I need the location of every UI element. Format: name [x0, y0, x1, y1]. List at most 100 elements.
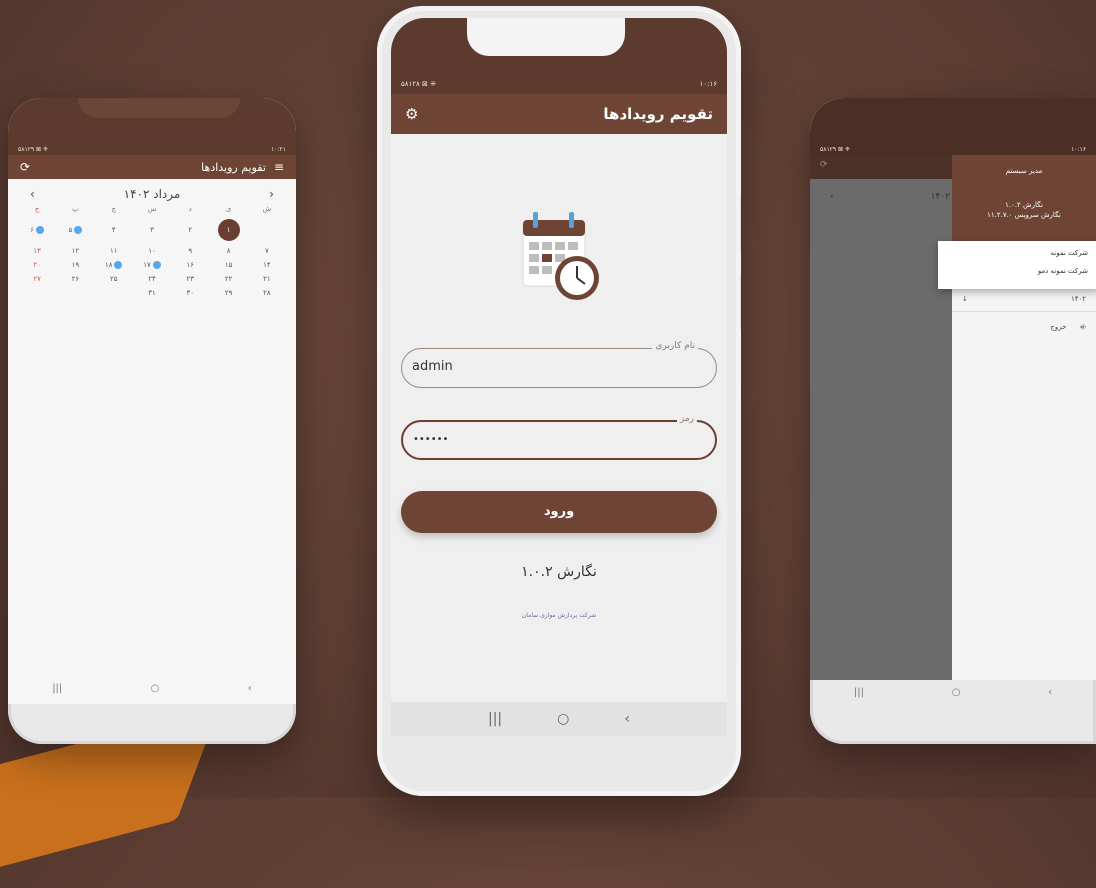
chevron-left-icon[interactable]: ‹: [30, 187, 35, 201]
day-cell-event[interactable]: ۶: [18, 219, 56, 241]
status-icons: ۵۸۱۲۸ ⊠ ⁜: [401, 80, 436, 88]
password-input[interactable]: ••••••: [413, 434, 448, 445]
logout-label: خروج: [1050, 323, 1067, 331]
username-input[interactable]: admin: [412, 359, 453, 374]
weekday-label: ی: [225, 205, 232, 213]
phone-drawer-screen: ۵۸۱۲۹ ⊠ ⁜ ۱۰:۱۶ ⟳ ‹ ۱۴۰۲ مدیر سیستم نگار…: [810, 98, 1096, 744]
username-field[interactable]: نام کاربری admin: [401, 341, 717, 388]
month-label: ۱۴۰۲: [930, 192, 950, 202]
day-cell[interactable]: ۳: [133, 219, 171, 241]
day-cell[interactable]: ۲۷: [18, 275, 56, 283]
home-icon[interactable]: ○: [952, 687, 961, 698]
day-cell[interactable]: ۱۴: [248, 261, 286, 269]
month-label: مرداد ۱۴۰۲: [123, 187, 181, 201]
weekday-label: ج: [34, 205, 40, 213]
logout-item[interactable]: خروج ⎆: [952, 323, 1096, 332]
day-cell-event[interactable]: ۱۸: [95, 261, 133, 269]
day-cell[interactable]: ۳۰: [171, 289, 209, 297]
back-icon[interactable]: ‹: [1048, 687, 1052, 698]
day-cell[interactable]: ۲۸: [248, 289, 286, 297]
calendar-clock-icon: [519, 206, 609, 316]
day-cell[interactable]: ۱۶: [171, 261, 209, 269]
day-cell[interactable]: ۲۰: [18, 261, 56, 269]
refresh-icon[interactable]: ⟳: [20, 160, 30, 174]
phone-notch: [467, 18, 625, 56]
home-icon[interactable]: ○: [151, 683, 160, 694]
recents-icon[interactable]: |||: [52, 683, 62, 694]
day-cell[interactable]: ۷: [248, 247, 286, 255]
day-number: ۶: [30, 226, 35, 234]
day-cell[interactable]: ۱: [209, 219, 247, 241]
day-cell[interactable]: ۴: [95, 219, 133, 241]
dimmed-month-header: ‹ ۱۴۰۲: [830, 192, 950, 202]
company-name: شرکت پردازش موازی سامان: [521, 612, 597, 619]
event-dot: [152, 261, 161, 269]
day-cell[interactable]: ۱۹: [56, 261, 94, 269]
status-time: ۱۰:۱۶: [1071, 146, 1086, 153]
day-cell[interactable]: ۸: [209, 247, 247, 255]
day-cell-event[interactable]: ۵: [56, 219, 94, 241]
back-icon[interactable]: ‹: [624, 711, 630, 727]
app-bar: ⚙ تقویم رویدادها: [391, 94, 727, 134]
day-cell[interactable]: ۲۵: [95, 275, 133, 283]
day-cell[interactable]: ۹: [171, 247, 209, 255]
refresh-icon: ⟳: [820, 160, 828, 170]
day-cell[interactable]: ۲۹: [209, 289, 247, 297]
day-cell[interactable]: ۲: [171, 219, 209, 241]
password-label: رمز: [676, 414, 697, 424]
day-cell[interactable]: ۱۱: [95, 247, 133, 255]
login-form: نام کاربری admin رمز •••••• ورود نگارش ۱…: [391, 134, 727, 702]
day-cell[interactable]: ۲۶: [56, 275, 94, 283]
back-icon[interactable]: ‹: [248, 683, 252, 694]
dimmed-app-bar: ⟳: [810, 155, 952, 179]
version-text: نگارش ۱.۰.۲: [521, 564, 597, 580]
day-cell[interactable]: ۲۲: [209, 275, 247, 283]
side-button: [740, 196, 741, 252]
phone-notch: [876, 98, 1036, 118]
day-cell-event[interactable]: ۱۷: [133, 261, 171, 269]
day-number: ۱۸: [104, 261, 113, 269]
logout-icon: ⎆: [1080, 323, 1086, 331]
weekday-label: چ: [111, 205, 116, 213]
selected-day[interactable]: ۱: [217, 219, 240, 241]
calendar-grid: ش ی د س چ پ ج ۱ ۲ ۳ ۴ ۵ ۶ ۷ ۸ ۹ ۱۰ ۱۱ ۱۲…: [8, 205, 296, 297]
weekday-label: پ: [72, 205, 79, 213]
home-icon[interactable]: ○: [557, 711, 569, 727]
phone-calendar-screen: ۵۸۱۲۹ ⊠ ⁜ ۱۰:۲۱ ⟳ تقویم رویدادها ≡ ‹ مرد…: [8, 98, 296, 744]
weekday-label: ش: [262, 205, 272, 213]
weekday-label: د: [188, 205, 192, 213]
menu-icon[interactable]: ≡: [274, 160, 284, 174]
company-dropdown: شرکت نمونه شرکت نمونه دمو: [938, 241, 1096, 289]
year-value: ۱۴۰۲: [1070, 295, 1086, 303]
day-cell[interactable]: ۲۳: [171, 275, 209, 283]
status-time: ۱۰:۲۱: [271, 146, 286, 153]
day-cell[interactable]: ۱۰: [133, 247, 171, 255]
company-option[interactable]: شرکت نمونه دمو: [938, 259, 1096, 277]
day-cell[interactable]: ۲۱: [248, 275, 286, 283]
day-number: ۵: [68, 226, 73, 234]
password-field[interactable]: رمز ••••••: [401, 414, 717, 460]
year-selector[interactable]: ↓ ۱۴۰۲: [952, 295, 1096, 303]
dimmed-calendar: [810, 155, 952, 680]
chevron-right-icon[interactable]: ›: [269, 187, 274, 201]
navigation-drawer: مدیر سیستم نگارش ۱.۰.۲ نگارش سرویس ۱۱.۲.…: [952, 155, 1096, 680]
day-cell[interactable]: ۱۳: [18, 247, 56, 255]
recents-icon[interactable]: |||: [488, 711, 502, 727]
app-title: تقویم رویدادها: [201, 160, 266, 174]
gear-icon[interactable]: ⚙: [405, 105, 418, 123]
day-cell[interactable]: ۲۴: [133, 275, 171, 283]
status-icons: ۵۸۱۲۹ ⊠ ⁜: [820, 146, 850, 153]
day-cell[interactable]: ۳۱: [133, 289, 171, 297]
day-cell[interactable]: ۱۲: [56, 247, 94, 255]
day-cell[interactable]: ۱۵: [209, 261, 247, 269]
recents-icon[interactable]: |||: [854, 687, 864, 698]
phone-login-screen: ۵۸۱۲۸ ⊠ ⁜ ۱۰:۱۶ ⚙ تقویم رویدادها نام کار…: [377, 6, 741, 796]
side-button: [740, 274, 741, 330]
status-bar: ۵۸۱۲۹ ⊠ ⁜ ۱۰:۲۱: [8, 146, 296, 153]
company-option[interactable]: شرکت نمونه: [938, 241, 1096, 259]
app-title: تقویم رویدادها: [603, 105, 713, 123]
status-icons: ۵۸۱۲۹ ⊠ ⁜: [18, 146, 48, 153]
day-cell-empty: [248, 219, 286, 241]
login-button[interactable]: ورود: [401, 491, 717, 533]
app-bar: ⟳ تقویم رویدادها ≡: [8, 155, 296, 179]
